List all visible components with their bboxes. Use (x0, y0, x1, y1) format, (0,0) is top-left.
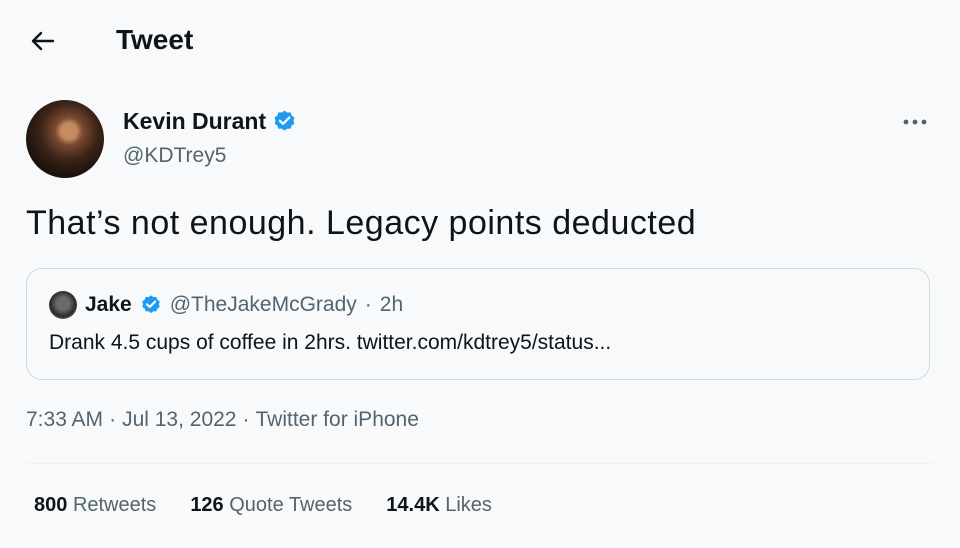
separator: · (242, 408, 250, 431)
tweet-text: That’s not enough. Legacy points deducte… (26, 204, 697, 242)
tweet-date[interactable]: Jul 13, 2022 (122, 408, 236, 432)
retweets-stat[interactable]: 800 Retweets (34, 494, 156, 517)
verified-badge-icon (142, 295, 160, 313)
quoted-tweet-text: Drank 4.5 cups of coffee in 2hrs. twitte… (49, 331, 612, 354)
quoted-tweet-card[interactable]: Jake @TheJakeMcGrady · 2h Drank 4.5 cups… (26, 268, 930, 380)
likes-stat[interactable]: 14.4K Likes (386, 494, 492, 517)
engagement-stats: 800 Retweets 126 Quote Tweets 14.4K Like… (34, 494, 492, 517)
likes-count: 14.4K (386, 494, 440, 516)
retweets-count: 800 (34, 494, 68, 516)
more-dots-icon (903, 119, 927, 125)
tweet-source[interactable]: Twitter for iPhone (256, 408, 419, 432)
header: Tweet (0, 0, 960, 84)
author-name-row[interactable]: Kevin Durant (123, 108, 297, 135)
quoted-avatar (49, 291, 77, 319)
more-options-button[interactable] (900, 110, 930, 134)
quoted-tweet-header: Jake @TheJakeMcGrady · 2h (49, 291, 403, 319)
divider (26, 463, 934, 464)
quote-tweets-stat[interactable]: 126 Quote Tweets (190, 494, 352, 517)
quote-tweets-count: 126 (190, 494, 224, 516)
quoted-tweet-age: 2h (379, 293, 404, 316)
page-title: Tweet (116, 24, 194, 55)
tweet-time[interactable]: 7:33 AM (26, 408, 103, 432)
likes-label: Likes (445, 494, 492, 516)
verified-badge-icon (274, 110, 295, 131)
avatar[interactable] (26, 100, 104, 178)
quoted-author-handle: @TheJakeMcGrady (169, 293, 357, 316)
tweet-metadata: 7:33 AM · Jul 13, 2022 · Twitter for iPh… (26, 408, 419, 432)
author-name[interactable]: Kevin Durant (123, 108, 266, 135)
quote-tweets-label: Quote Tweets (229, 494, 353, 516)
arrow-left-icon (31, 31, 55, 51)
back-button[interactable] (24, 22, 62, 60)
retweets-label: Retweets (72, 494, 157, 516)
author-handle[interactable]: @KDTrey5 (123, 144, 226, 168)
separator: · (109, 408, 117, 431)
quoted-author-name: Jake (85, 293, 132, 316)
separator: · (364, 293, 372, 316)
tweet-author: Kevin Durant @KDTrey5 (26, 100, 926, 182)
